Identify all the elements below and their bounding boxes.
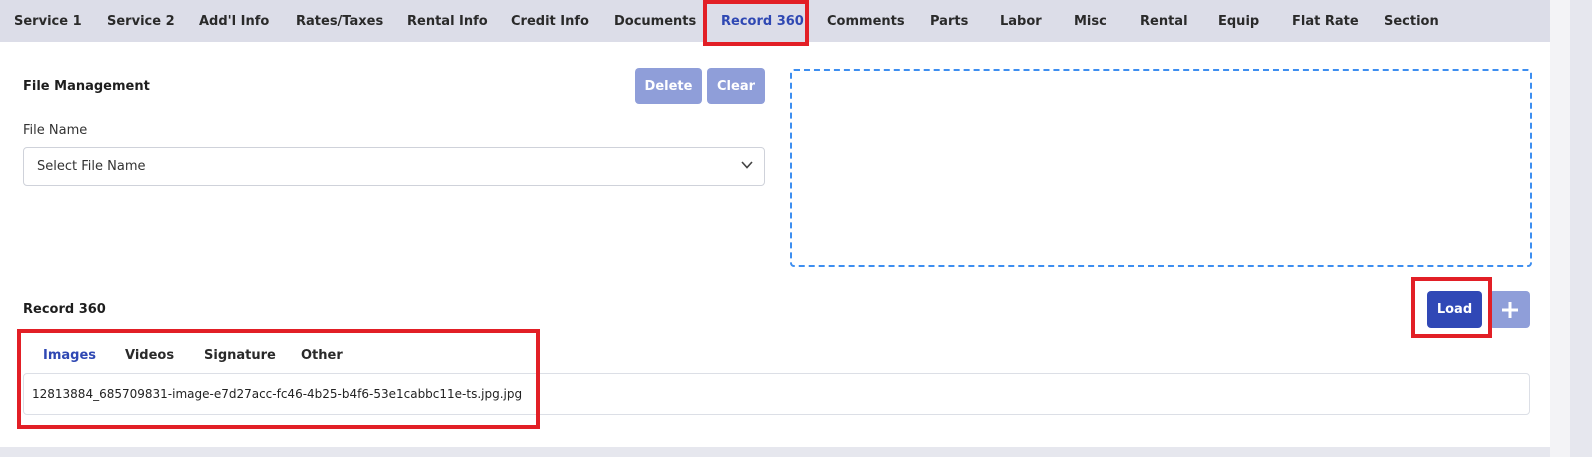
tab-misc[interactable]: Misc — [1074, 14, 1107, 29]
tab-labor[interactable]: Labor — [1000, 14, 1042, 29]
tab-credit-info[interactable]: Credit Info — [511, 14, 589, 29]
delete-button[interactable]: Delete — [635, 68, 702, 104]
subtab-videos[interactable]: Videos — [125, 348, 174, 363]
tab-rental[interactable]: Rental — [1140, 14, 1188, 29]
tab-rates-taxes[interactable]: Rates/Taxes — [296, 14, 383, 29]
tab-addl-info[interactable]: Add'l Info — [199, 14, 269, 29]
plus-icon — [1501, 301, 1518, 318]
record-360-title: Record 360 — [23, 302, 106, 317]
subtab-images[interactable]: Images — [43, 348, 96, 363]
file-list: 12813884_685709831-image-e7d27acc-fc46-4… — [23, 373, 1530, 415]
file-management-title: File Management — [23, 79, 150, 94]
tab-section[interactable]: Section — [1384, 14, 1439, 29]
tab-comments[interactable]: Comments — [827, 14, 905, 29]
tab-documents[interactable]: Documents — [614, 14, 696, 29]
chevron-down-icon — [741, 161, 753, 169]
tab-bar: Service 1 Service 2 Add'l Info Rates/Tax… — [0, 0, 1570, 42]
clear-button[interactable]: Clear — [707, 68, 765, 104]
tab-equip[interactable]: Equip — [1218, 14, 1259, 29]
tab-record-360[interactable]: Record 360 — [721, 14, 804, 29]
file-drop-zone[interactable] — [790, 69, 1532, 267]
tab-flat-rate[interactable]: Flat Rate — [1292, 14, 1359, 29]
file-name-label: File Name — [23, 123, 88, 138]
tab-parts[interactable]: Parts — [930, 14, 968, 29]
tab-service-2[interactable]: Service 2 — [107, 14, 175, 29]
subtab-other[interactable]: Other — [301, 348, 343, 363]
subtab-signature[interactable]: Signature — [204, 348, 276, 363]
file-list-item[interactable]: 12813884_685709831-image-e7d27acc-fc46-4… — [32, 387, 522, 401]
tab-service-1[interactable]: Service 1 — [14, 14, 82, 29]
file-name-select[interactable]: Select File Name — [23, 147, 765, 186]
scrollbar-track[interactable] — [1550, 0, 1570, 457]
tab-rental-info[interactable]: Rental Info — [407, 14, 488, 29]
load-button[interactable]: Load — [1427, 291, 1482, 328]
add-button[interactable] — [1489, 291, 1530, 328]
file-name-select-value: Select File Name — [37, 159, 146, 174]
